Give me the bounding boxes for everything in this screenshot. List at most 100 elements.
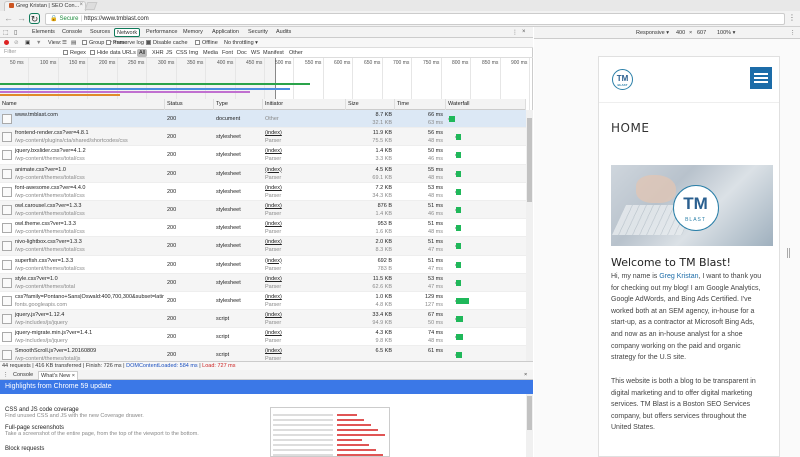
regex-checkbox[interactable]: Regex xyxy=(63,49,86,57)
type-filter-img[interactable]: Img xyxy=(189,49,198,57)
col-type[interactable]: Type xyxy=(214,99,263,110)
cell-type: document xyxy=(216,116,241,122)
close-devtools-icon[interactable]: × xyxy=(522,29,526,35)
tab-network[interactable]: Network xyxy=(114,28,141,37)
address-bar[interactable]: 🔒 Secure | https://www.tmblast.com xyxy=(45,13,785,25)
table-row[interactable]: css?family=Pontano+Sans|Oswald:400,700,3… xyxy=(0,292,526,311)
large-rows-icon[interactable]: ☰ xyxy=(62,39,67,47)
type-filter-css[interactable]: CSS xyxy=(176,49,187,57)
table-row[interactable]: owl.theme.css?ver=1.3.3/wp-content/theme… xyxy=(0,219,526,238)
site-logo[interactable]: TM BLAST xyxy=(612,69,633,90)
type-filter-media[interactable]: Media xyxy=(203,49,218,57)
capture-screenshots-icon[interactable]: ▣ xyxy=(25,39,30,47)
table-row[interactable]: owl.carousel.css?ver=1.3.3/wp-content/th… xyxy=(0,200,526,220)
initiator-link[interactable]: (index) xyxy=(265,203,282,209)
col-status[interactable]: Status xyxy=(165,99,214,110)
scroll-thumb[interactable] xyxy=(527,118,532,202)
table-row[interactable]: nivo-lightbox.css?ver=1.3.3/wp-content/t… xyxy=(0,237,526,256)
disable-cache-checkbox[interactable]: Disable cache xyxy=(146,39,188,47)
reload-button[interactable]: ↻ xyxy=(29,13,40,24)
overview-tick-label: 250 ms xyxy=(128,60,145,66)
table-scrollbar[interactable] xyxy=(526,110,533,361)
height-input[interactable]: 607 xyxy=(697,27,706,39)
author-link[interactable]: Greg Kristan xyxy=(659,273,698,280)
inspect-icon[interactable]: ⬚ xyxy=(3,29,9,36)
browser-menu-icon[interactable]: ⋮ xyxy=(788,13,796,22)
drawer-tab-console[interactable]: Console xyxy=(13,371,33,379)
table-row[interactable]: font-awesome.css?ver=4.4.0/wp-content/th… xyxy=(0,183,526,201)
initiator-sub: Parser xyxy=(265,320,282,327)
initiator-link[interactable]: (index) xyxy=(265,130,282,136)
tab-memory[interactable]: Memory xyxy=(181,28,205,37)
tab-elements[interactable]: Elements xyxy=(30,28,57,37)
tab-application[interactable]: Application xyxy=(210,28,241,37)
initiator-link[interactable]: (index) xyxy=(265,148,282,154)
close-tab-icon[interactable]: × xyxy=(79,2,83,8)
table-row[interactable]: style.css?ver=1.0/wp-content/themes/tota… xyxy=(0,273,526,292)
col-initiator[interactable]: Initiator xyxy=(263,99,346,110)
browser-tab[interactable]: Greg Kristan | SEO Con... × xyxy=(4,1,86,11)
close-drawer-icon[interactable]: × xyxy=(524,371,527,379)
col-time[interactable]: Time xyxy=(395,99,446,110)
initiator-link[interactable]: (index) xyxy=(265,348,282,354)
col-waterfall[interactable]: Waterfall xyxy=(446,99,526,110)
tab-performance[interactable]: Performance xyxy=(144,28,180,37)
filter-input[interactable]: Filter xyxy=(2,49,57,57)
device-toggle-icon[interactable]: ▯ xyxy=(14,29,17,36)
initiator-link[interactable]: (index) xyxy=(265,258,282,264)
type-filter-ws[interactable]: WS xyxy=(251,49,260,57)
drawer-scrollbar[interactable] xyxy=(526,394,533,457)
table-row[interactable]: jquery.js?ver=1.12.4/wp-includes/js/jque… xyxy=(0,310,526,329)
throttling-select[interactable]: No throttling ▾ xyxy=(224,39,258,47)
table-row[interactable]: superfish.css?ver=1.3.3/wp-content/theme… xyxy=(0,256,526,274)
cell-name: nivo-lightbox.css?ver=1.3.3/wp-content/t… xyxy=(0,237,164,255)
devtools-menu-icon[interactable]: ⋮ xyxy=(512,29,518,36)
hide-data-urls-checkbox[interactable]: Hide data URLs xyxy=(90,49,136,57)
initiator-link[interactable]: (index) xyxy=(265,167,282,173)
table-row[interactable]: www.tmblast.com 200 document Other 8.7 KB 32.… xyxy=(0,110,526,129)
device-mode-select[interactable]: Responsive ▾ xyxy=(636,27,669,39)
resize-handle[interactable] xyxy=(787,248,790,258)
type-filter-manifest[interactable]: Manifest xyxy=(263,49,284,57)
record-icon[interactable] xyxy=(4,40,9,45)
drawer-menu-icon[interactable]: ⋮ xyxy=(3,371,9,379)
type-filter-all[interactable]: All xyxy=(137,49,148,57)
tab-audits[interactable]: Audits xyxy=(274,28,293,37)
initiator-link[interactable]: (index) xyxy=(265,330,282,336)
initiator-link[interactable]: (index) xyxy=(265,185,282,191)
hamburger-menu-icon[interactable] xyxy=(750,67,772,89)
zoom-select[interactable]: 100% ▾ xyxy=(717,27,735,39)
col-name[interactable]: Name xyxy=(0,99,165,110)
initiator-link[interactable]: (index) xyxy=(265,312,282,318)
filter-icon[interactable]: ▼ xyxy=(36,39,41,47)
table-row[interactable]: jquery-migrate.min.js?ver=1.4.1/wp-inclu… xyxy=(0,328,526,347)
welcome-heading: Welcome to TM Blast! xyxy=(611,256,731,269)
tab-console[interactable]: Console xyxy=(60,28,84,37)
file-icon xyxy=(2,314,12,325)
initiator-link[interactable]: (index) xyxy=(265,276,282,282)
back-button[interactable]: ← xyxy=(3,13,14,24)
type-filter-js[interactable]: JS xyxy=(166,49,172,57)
device-menu-icon[interactable]: ⋮ xyxy=(790,27,796,39)
initiator-link[interactable]: (index) xyxy=(265,294,282,300)
preserve-log-checkbox[interactable]: Preserve log xyxy=(106,39,144,47)
table-row[interactable]: jquery.bxslider.css?ver=4.1.2/wp-content… xyxy=(0,146,526,165)
tab-security[interactable]: Security xyxy=(246,28,270,37)
offline-checkbox[interactable]: Offline xyxy=(195,39,218,47)
overview-icon[interactable]: ▤ xyxy=(71,39,76,47)
type-filter-other[interactable]: Other xyxy=(289,49,303,57)
new-tab-button[interactable] xyxy=(84,2,98,10)
table-row[interactable]: frontend-render.css?ver=4.8.1/wp-content… xyxy=(0,128,526,147)
tab-sources[interactable]: Sources xyxy=(88,28,112,37)
col-size[interactable]: Size xyxy=(346,99,395,110)
initiator-link[interactable]: (index) xyxy=(265,239,282,245)
type-filter-font[interactable]: Font xyxy=(222,49,233,57)
clear-icon[interactable]: ⊘ xyxy=(14,39,19,47)
type-filter-doc[interactable]: Doc xyxy=(237,49,247,57)
initiator-link[interactable]: (index) xyxy=(265,221,282,227)
width-input[interactable]: 400 xyxy=(676,27,685,39)
table-row[interactable]: animate.css?ver=1.0/wp-content/themes/to… xyxy=(0,164,526,183)
forward-button[interactable]: → xyxy=(16,13,27,24)
table-row[interactable]: SmoothScroll.js?ver=1.20160809/wp-conten… xyxy=(0,346,526,361)
type-filter-xhr[interactable]: XHR xyxy=(152,49,164,57)
